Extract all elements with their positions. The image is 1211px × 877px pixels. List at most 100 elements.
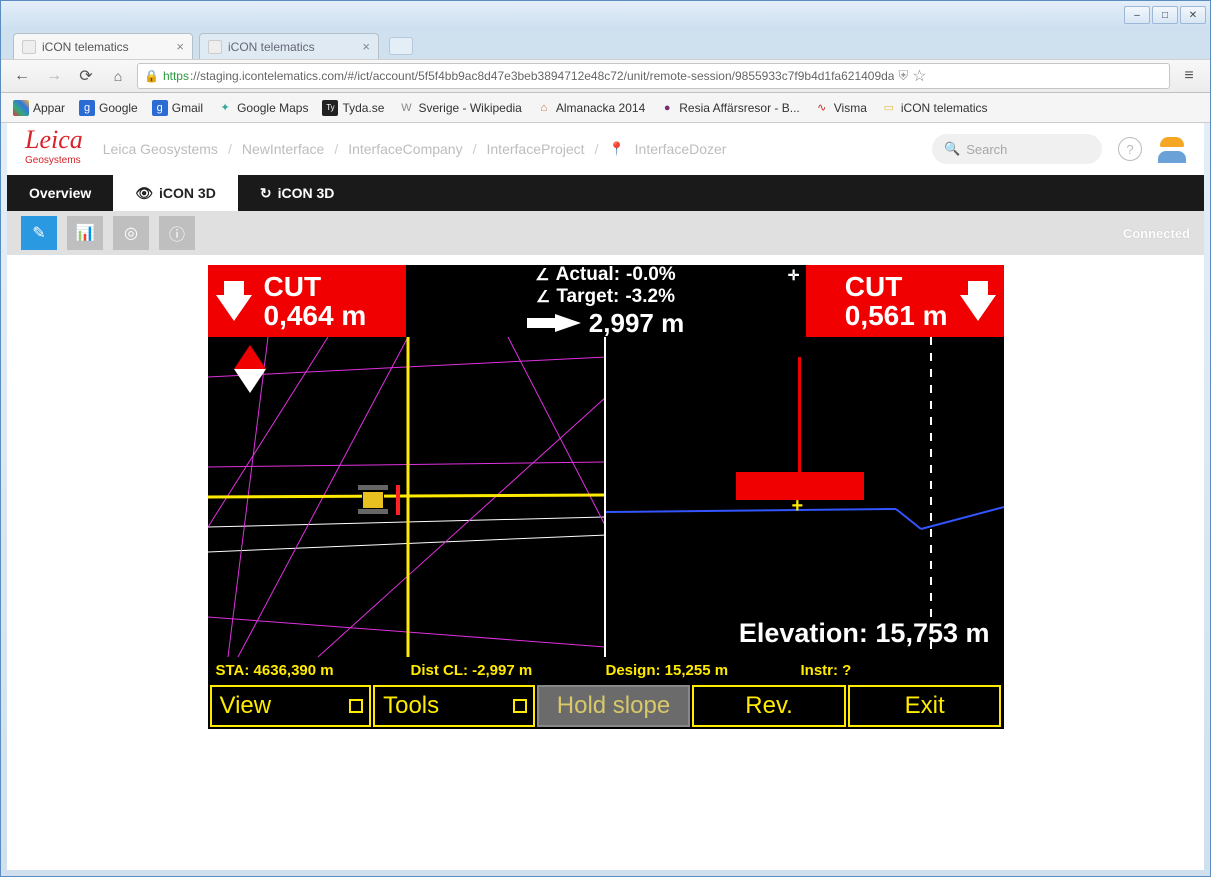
angle-icon: ∠	[536, 287, 550, 307]
hold-slope-button[interactable]: Hold slope	[537, 685, 691, 727]
plan-view[interactable]	[208, 337, 606, 657]
cut-left-panel: CUT 0,464 m	[208, 265, 406, 337]
plan-linework	[208, 337, 604, 657]
elevation-readout: Elevation: 15,753 m	[739, 618, 990, 649]
distance-value: 2,997 m	[589, 308, 684, 339]
views-row: + Elevation: 15,753 m	[208, 337, 1004, 657]
arrow-right-icon	[527, 314, 581, 332]
bookmark-star-icon[interactable]: ☆	[912, 66, 926, 86]
bookmark-item[interactable]: WSverige - Wikipedia	[392, 97, 527, 119]
info-button[interactable]: ⓘ	[159, 216, 195, 250]
bookmark-icon: ∿	[814, 100, 830, 116]
slope-panel: ✛ ∠Actual: -0.0% ∠Target: -3.2% 2,997 m	[406, 265, 806, 337]
subtab-bar: Overview 👁 iCON 3D ↻ iCON 3D	[7, 175, 1204, 211]
status-instr: Instr: ?	[801, 662, 996, 679]
status-sta: STA: 4636,390 m	[216, 662, 411, 679]
chrome-menu-button[interactable]: ≡	[1176, 63, 1202, 89]
shield-icon[interactable]: ⛨	[898, 68, 908, 84]
bookmark-item[interactable]: TyTyda.se	[316, 97, 390, 119]
tools-button[interactable]: Tools	[373, 685, 535, 727]
bookmark-icon: W	[398, 100, 414, 116]
home-button[interactable]: ⌂	[105, 63, 131, 89]
help-button[interactable]: ?	[1118, 137, 1142, 161]
bookmark-item[interactable]: ✦Google Maps	[211, 97, 314, 119]
bookmark-icon: ✦	[217, 100, 233, 116]
breadcrumb-item[interactable]: InterfaceProject	[487, 141, 585, 157]
page-content: Leica Geosystems Leica Geosystems/ NewIn…	[7, 123, 1204, 870]
bookmark-icon: ▭	[881, 100, 897, 116]
dozer-icon	[358, 485, 400, 515]
crosshair-icon: ✛	[788, 267, 800, 284]
tab-title: iCON telematics	[228, 40, 315, 54]
sync-icon: ↻	[260, 185, 272, 202]
bookmark-item[interactable]: ●Resia Affärsresor - B...	[653, 97, 806, 119]
target-value: -3.2%	[625, 286, 675, 308]
leica-logo[interactable]: Leica Geosystems	[25, 130, 83, 169]
url-scheme: https	[163, 69, 189, 83]
icon3d-viewport: CUT 0,464 m ✛ ∠Actual: -0.0% ∠Target: -3…	[208, 265, 1004, 729]
view-button[interactable]: View	[210, 685, 372, 727]
bookmark-item[interactable]: ⌂Almanacka 2014	[530, 97, 651, 119]
browser-tab-inactive[interactable]: iCON telematics ×	[199, 33, 379, 59]
bookmark-item[interactable]: ▭iCON telematics	[875, 97, 994, 119]
chart-button[interactable]: 📊	[67, 216, 103, 250]
blade-reference-line	[798, 357, 801, 473]
target-button[interactable]: ◎	[113, 216, 149, 250]
status-distcl: Dist CL: -2,997 m	[411, 662, 606, 679]
target-label: Target:	[556, 286, 619, 308]
browser-tab-active[interactable]: iCON telematics ×	[13, 33, 193, 59]
tab-icon3d-view[interactable]: 👁 iCON 3D	[113, 175, 238, 211]
url-bar[interactable]: 🔒 https ://staging.icontelematics.com/#/…	[137, 63, 1170, 89]
center-marker-icon: +	[792, 495, 804, 518]
search-input[interactable]: 🔍 Search	[932, 134, 1102, 164]
bookmark-icon: g	[79, 100, 95, 116]
url-path: ://staging.icontelematics.com/#/ict/acco…	[190, 69, 895, 83]
browser-tabstrip: iCON telematics × iCON telematics ×	[1, 29, 1210, 59]
cut-left-label: CUT	[264, 272, 367, 301]
close-tab-icon[interactable]: ×	[176, 39, 184, 54]
breadcrumb-item[interactable]: InterfaceDozer	[635, 141, 727, 157]
avatar[interactable]	[1158, 135, 1186, 163]
bookmark-item[interactable]: gGoogle	[73, 97, 144, 119]
bookmark-item[interactable]: gGmail	[146, 97, 209, 119]
minimize-button[interactable]: –	[1124, 6, 1150, 24]
chrome-window: – □ ✕ iCON telematics × iCON telematics …	[0, 0, 1211, 877]
forward-button[interactable]: →	[41, 63, 67, 89]
maximize-button[interactable]: □	[1152, 6, 1178, 24]
close-tab-icon[interactable]: ×	[362, 39, 370, 54]
action-bar: ✎ 📊 ◎ ⓘ Connected	[7, 211, 1204, 255]
search-icon: 🔍	[944, 141, 960, 157]
breadcrumb-item[interactable]: Leica Geosystems	[103, 141, 218, 157]
new-tab-button[interactable]	[389, 37, 413, 55]
edit-button[interactable]: ✎	[21, 216, 57, 250]
close-window-button[interactable]: ✕	[1180, 6, 1206, 24]
bookmarks-bar: Appar gGoogle gGmail ✦Google Maps TyTyda…	[1, 93, 1210, 123]
connection-status: Connected	[1123, 226, 1190, 241]
bar-chart-icon: 📊	[75, 223, 95, 243]
tab-overview[interactable]: Overview	[7, 175, 113, 211]
bookmark-icon: g	[152, 100, 168, 116]
info-icon: ⓘ	[169, 221, 185, 245]
eye-icon: 👁	[135, 185, 153, 202]
cross-section-view[interactable]: + Elevation: 15,753 m	[606, 337, 1004, 657]
rev-button[interactable]: Rev.	[692, 685, 846, 727]
bookmark-item[interactable]: ∿Visma	[808, 97, 873, 119]
checkbox-icon	[349, 699, 363, 713]
target-icon: ◎	[124, 223, 138, 243]
search-placeholder: Search	[966, 142, 1007, 157]
back-button[interactable]: ←	[9, 63, 35, 89]
pin-icon: 📍	[608, 141, 624, 157]
reload-button[interactable]: ⟳	[73, 63, 99, 89]
angle-icon: ∠	[535, 265, 549, 285]
breadcrumb-item[interactable]: InterfaceCompany	[348, 141, 462, 157]
actual-value: -0.0%	[626, 264, 676, 286]
apps-icon	[13, 100, 29, 116]
bookmark-icon: ●	[659, 100, 675, 116]
apps-button[interactable]: Appar	[7, 97, 71, 119]
arrow-down-icon	[960, 281, 996, 321]
tab-icon3d-sync[interactable]: ↻ iCON 3D	[238, 175, 357, 211]
site-header: Leica Geosystems Leica Geosystems/ NewIn…	[7, 123, 1204, 175]
exit-button[interactable]: Exit	[848, 685, 1002, 727]
lock-icon: 🔒	[144, 69, 159, 83]
breadcrumb-item[interactable]: NewInterface	[242, 141, 324, 157]
